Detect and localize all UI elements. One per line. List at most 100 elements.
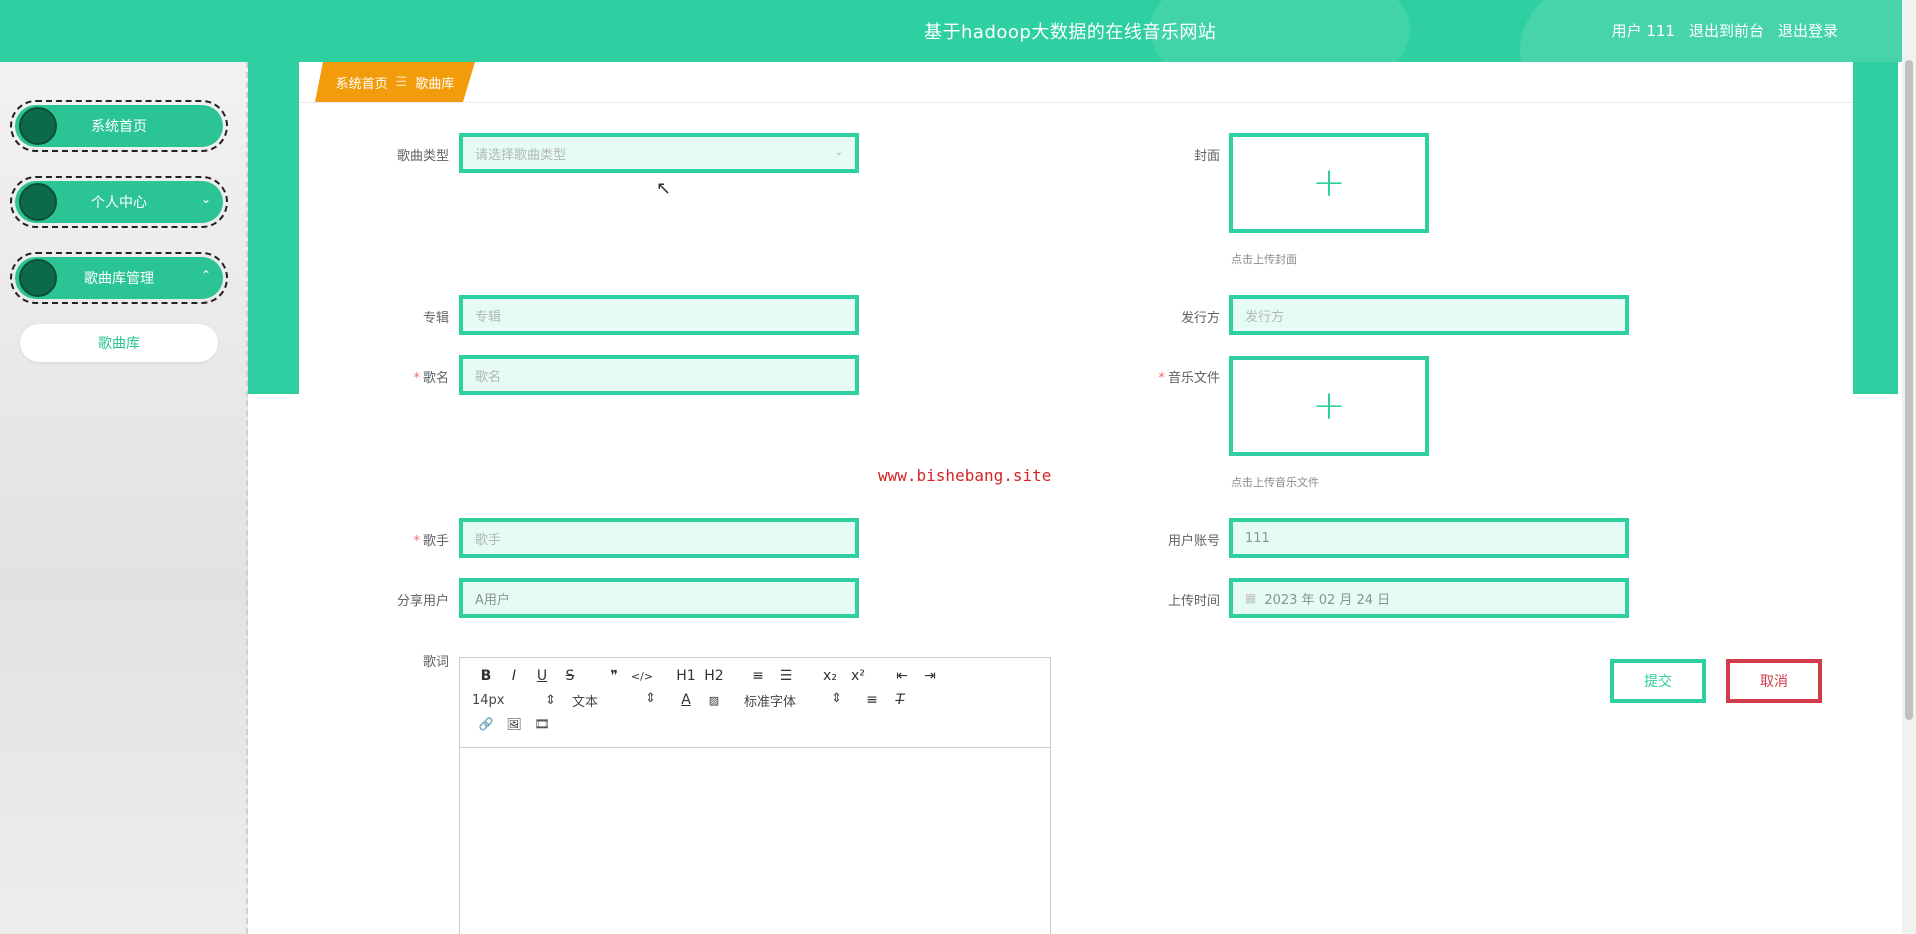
superscript-button[interactable]: x² (844, 668, 872, 684)
upload-time-input[interactable]: ▦ 2023 年 02 月 24 日 (1229, 578, 1629, 618)
upload-time-label: 上传时间 (1167, 594, 1220, 609)
cancel-button[interactable]: 取消 (1726, 659, 1822, 703)
required-mark: * (413, 371, 420, 386)
clear-format-icon[interactable]: T̶ (886, 692, 914, 708)
user-label: 用户 111 (1611, 22, 1675, 40)
cover-label: 封面 (1193, 149, 1220, 164)
outdent-button[interactable]: ⇤ (888, 668, 916, 684)
plus-icon: + (1312, 383, 1346, 429)
music-file-upload[interactable]: + (1229, 356, 1429, 456)
share-user-value: A用户 (475, 592, 510, 608)
font-size-select[interactable]: 14px ⇕ (472, 693, 556, 708)
editor-toolbar: B I U S ❞ </> H1 H2 ≡ ☰ x₂ x² ⇤ ⇥ 14px ⇕ … (460, 658, 1050, 748)
breadcrumb-current: 歌曲库 (415, 76, 455, 92)
song-name-input[interactable]: 歌名 (459, 355, 859, 395)
music-file-hint: 点击上传音乐文件 (1231, 476, 1319, 489)
sidebar-item-personal-center[interactable]: 个人中心 ⌄ (10, 176, 228, 228)
chevron-down-icon: ⌄ (834, 147, 843, 158)
required-mark: * (1158, 371, 1165, 386)
singer-placeholder: 歌手 (475, 532, 502, 548)
sidebar-item-label: 个人中心 (91, 195, 147, 211)
song-name-placeholder: 歌名 (475, 369, 502, 385)
sidebar-item-label: 歌曲库管理 (84, 271, 154, 287)
song-type-placeholder: 请选择歌曲类型 (475, 147, 567, 163)
cover-hint: 点击上传封面 (1231, 253, 1297, 266)
publisher-placeholder: 发行方 (1245, 309, 1285, 325)
italic-button[interactable]: I (500, 668, 528, 684)
bullet-list-button[interactable]: ☰ (772, 668, 800, 684)
chevron-down-icon: ⌄ (200, 192, 211, 206)
bold-button[interactable]: B (472, 668, 500, 684)
ordered-list-button[interactable]: ≡ (744, 668, 772, 684)
video-icon[interactable]: 🎞 (528, 717, 556, 731)
sidebar-item-song-library-management-button[interactable]: 歌曲库管理 ⌃ (15, 257, 223, 299)
plus-icon: + (1312, 160, 1346, 206)
sidebar-item-personal-center-button[interactable]: 个人中心 ⌄ (15, 181, 223, 223)
subscript-button[interactable]: x₂ (816, 668, 844, 684)
user-account-value: 111 (1245, 530, 1270, 546)
breadcrumb-bar: 系统首页 ☰ 歌曲库 (299, 62, 1853, 103)
music-file-label: * 音乐文件 (1120, 367, 1220, 386)
exit-to-frontend-link[interactable]: 退出到前台 (1689, 20, 1764, 41)
align-icon[interactable]: ≡ (858, 692, 886, 708)
site-title: 基于hadoop大数据的在线音乐网站 (924, 22, 1217, 43)
h1-button[interactable]: H1 (672, 668, 700, 684)
font-size-value: 14px (472, 692, 505, 708)
user-account-label: 用户账号 (1167, 534, 1220, 549)
singer-label-text: 歌手 (422, 534, 449, 549)
link-icon[interactable]: 🔗 (472, 717, 500, 731)
select-arrows-icon: ⇕ (645, 690, 656, 706)
menu-dot-icon (19, 259, 57, 297)
lyrics-editor[interactable]: B I U S ❞ </> H1 H2 ≡ ☰ x₂ x² ⇤ ⇥ 14px ⇕ … (459, 657, 1051, 934)
select-arrows-icon: ⇕ (831, 690, 842, 706)
font-family-value: 标准字体 (744, 694, 797, 710)
font-color-icon[interactable]: A (672, 692, 700, 708)
logout-link[interactable]: 退出登录 (1778, 20, 1838, 41)
album-placeholder: 专辑 (475, 309, 502, 325)
song-name-label: * 歌名 (349, 367, 449, 386)
text-style-select[interactable]: 文本 ⇕ (572, 691, 656, 710)
header-links: 用户 111 退出到前台 退出登录 (1612, 20, 1838, 41)
submit-button[interactable]: 提交 (1610, 659, 1706, 703)
indent-button[interactable]: ⇥ (916, 668, 944, 684)
blockquote-button[interactable]: ❞ (600, 668, 628, 684)
singer-label: * 歌手 (349, 530, 449, 549)
sidebar-item-home-button[interactable]: 系统首页 (15, 105, 223, 147)
underline-button[interactable]: U (528, 668, 556, 684)
scrollbar[interactable] (1902, 0, 1916, 934)
user-account-input[interactable]: 111 (1229, 518, 1629, 558)
cover-upload[interactable]: + (1229, 133, 1429, 233)
album-input[interactable]: 专辑 (459, 295, 859, 335)
song-name-label-text: 歌名 (422, 371, 449, 386)
publisher-label: 发行方 (1180, 311, 1220, 326)
song-type-label: 歌曲类型 (396, 149, 449, 164)
music-file-label-text: 音乐文件 (1167, 371, 1220, 386)
top-header: 基于hadoop大数据的在线音乐网站 用户 111 退出到前台 退出登录 (0, 0, 1916, 62)
background-color-icon[interactable]: ▨ (700, 694, 728, 707)
singer-input[interactable]: 歌手 (459, 518, 859, 558)
text-style-value: 文本 (572, 694, 599, 710)
h2-button[interactable]: H2 (700, 668, 728, 684)
required-mark: * (413, 534, 420, 549)
font-family-select[interactable]: 标准字体 ⇕ (744, 691, 842, 710)
code-block-button[interactable]: </> (628, 670, 656, 683)
sidebar: 系统首页 个人中心 ⌄ 歌曲库管理 ⌃ 歌曲库 (0, 62, 248, 934)
song-type-select[interactable]: 请选择歌曲类型 ⌄ (459, 133, 859, 173)
sidebar-subitem-song-library[interactable]: 歌曲库 (20, 324, 218, 362)
sidebar-item-home[interactable]: 系统首页 (10, 100, 228, 152)
image-icon[interactable]: 🖼 (500, 717, 528, 731)
calendar-icon: ▦ (1245, 591, 1257, 605)
breadcrumb-home[interactable]: 系统首页 (336, 73, 388, 92)
upload-time-value: 2023 年 02 月 24 日 (1264, 592, 1391, 608)
share-user-input[interactable]: A用户 (459, 578, 859, 618)
scrollbar-thumb[interactable] (1905, 60, 1913, 720)
strike-button[interactable]: S (556, 668, 584, 684)
select-arrows-icon: ⇕ (545, 692, 556, 708)
menu-dot-icon (19, 107, 57, 145)
sidebar-item-song-library-management[interactable]: 歌曲库管理 ⌃ (10, 252, 228, 304)
editor-toolbar-row: 🔗 🖼 🎞 (472, 712, 1038, 736)
lyrics-label: 歌词 (422, 655, 449, 670)
sidebar-item-label: 系统首页 (91, 119, 147, 135)
publisher-input[interactable]: 发行方 (1229, 295, 1629, 335)
editor-toolbar-row: 14px ⇕ 文本 ⇕ A ▨ 标准字体 ⇕ ≡ T̶ (472, 688, 1038, 712)
